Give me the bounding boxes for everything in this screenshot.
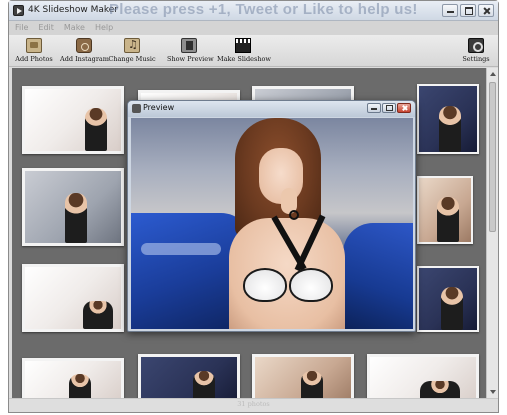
photo-thumbnail[interactable] [252,354,354,398]
photo-thumbnail[interactable] [138,354,240,398]
promo-banner[interactable]: Please press +1, Tweet or Like to help u… [109,1,417,18]
settings-gear-icon [468,38,484,53]
preview-app-icon [132,104,141,113]
make-slideshow-label: Make Slideshow [217,55,271,63]
title-bar: 4K Slideshow Maker Please press +1, Twee… [9,1,498,21]
preview-maximize-button[interactable] [382,103,396,113]
photo-thumbnail[interactable] [22,86,124,154]
settings-button[interactable]: Settings [461,38,491,63]
photo-thumbnail[interactable] [22,264,124,332]
window-title: 4K Slideshow Maker [28,5,118,15]
photo-stack-icon [26,38,42,53]
menu-edit[interactable]: Edit [38,21,54,35]
menu-help[interactable]: Help [95,21,113,35]
show-preview-label: Show Preview [167,55,214,63]
preview-window-controls [367,103,411,113]
minimize-button[interactable] [442,4,458,17]
instagram-icon [76,38,92,53]
change-music-label: Change Music [108,55,156,63]
app-logo-icon [13,5,24,16]
preview-title: Preview [143,103,175,112]
make-slideshow-button[interactable]: Make Slideshow [217,38,271,63]
scroll-thumb[interactable] [489,82,496,232]
menu-file[interactable]: File [15,21,28,35]
photo-thumbnail[interactable] [367,354,479,398]
window-controls [442,4,494,17]
clapperboard-icon [235,38,251,53]
menu-bar: File Edit Make Help [9,21,498,35]
preview-player-icon [181,38,197,53]
scroll-down-icon[interactable] [490,390,496,394]
change-music-button[interactable]: Change Music [99,38,165,63]
preview-close-button[interactable] [397,103,411,113]
photo-thumbnail[interactable] [417,84,479,154]
photo-count: 31 photos [237,400,270,408]
maximize-button[interactable] [460,4,476,17]
show-preview-button[interactable]: Show Preview [167,38,214,63]
photo-thumbnail[interactable] [417,176,473,244]
photo-thumbnail[interactable] [417,266,479,332]
preview-window[interactable]: Preview [127,100,416,332]
toolbar: Add Photos Add Instagram Change Music Sh… [9,35,498,67]
music-note-icon [124,38,140,53]
settings-label: Settings [462,55,490,63]
menu-make[interactable]: Make [64,21,85,35]
photo-thumbnail[interactable] [22,358,124,398]
status-bar: 31 photos [9,398,498,412]
preview-title-bar[interactable]: Preview [128,101,415,117]
add-photos-button[interactable]: Add Photos [15,38,53,63]
preview-minimize-button[interactable] [367,103,381,113]
close-button[interactable] [478,4,494,17]
scroll-up-icon[interactable] [490,72,496,76]
add-photos-label: Add Photos [15,55,53,63]
preview-image [131,118,413,329]
vertical-scrollbar[interactable] [486,68,498,398]
photo-thumbnail[interactable] [22,168,124,246]
